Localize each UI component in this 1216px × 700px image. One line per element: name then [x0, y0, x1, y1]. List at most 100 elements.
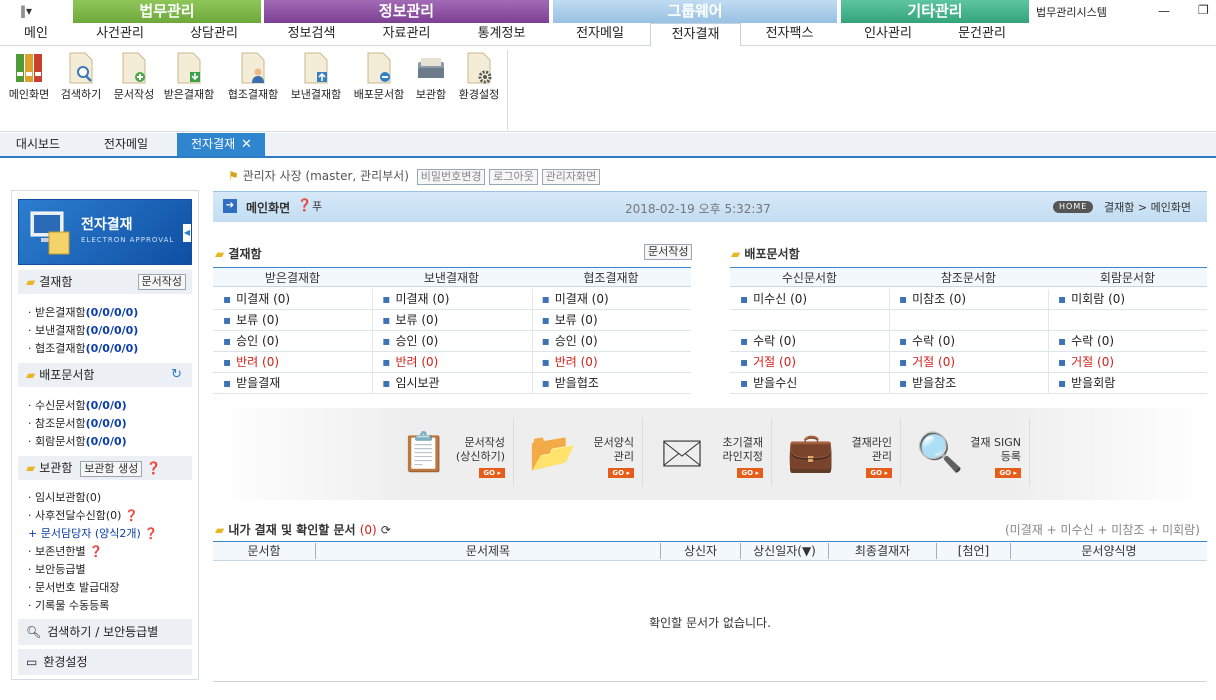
sidebar-item-retention[interactable]: · 보존년한별 ❓ — [28, 543, 103, 559]
ribbon-compose-button[interactable]: 문서작성 — [107, 46, 161, 130]
grid-cell[interactable]: ▪ 받을수신 — [740, 373, 887, 394]
grid-cell[interactable]: ▪ 승인 (0) — [542, 331, 689, 352]
grid-cell[interactable]: ▪ 미회람 (0) — [1058, 289, 1205, 310]
grid-cell[interactable]: ▪ 수락 (0) — [740, 331, 887, 352]
grid-cell[interactable]: ▪ 미결재 (0) — [542, 289, 689, 310]
grid-cell[interactable]: ▪ 반려 (0) — [542, 352, 689, 373]
menu-approval[interactable]: 전자결재 — [650, 23, 741, 46]
ribbon-cooperation-button[interactable]: 협조결재함 — [226, 46, 280, 130]
todo-col-header[interactable]: 문서양식명 — [1010, 543, 1207, 559]
go-button[interactable]: GO ▸ — [995, 468, 1021, 478]
tab-approval[interactable]: 전자결재 ✕ — [177, 133, 265, 156]
restore-icon[interactable]: ❐ — [1198, 3, 1209, 17]
sidebar-item-received[interactable]: · 받은결재함(0/0/0/0) — [28, 304, 138, 320]
sidebar-item-security-level[interactable]: · 보안등급별 — [28, 561, 86, 577]
help-icon[interactable]: ❓ — [297, 198, 312, 212]
close-icon[interactable]: ✕ — [241, 133, 252, 156]
grid-cell[interactable]: ▪ 미결재 (0) — [382, 289, 529, 310]
menu-efax[interactable]: 전자팩스 — [742, 23, 837, 46]
grid-cell[interactable]: ▪ 미수신 (0) — [740, 289, 887, 310]
help-icon[interactable]: ❓ — [146, 461, 161, 475]
collapse-sidebar-icon[interactable]: ◀ — [183, 224, 191, 242]
menu-group-groupware[interactable]: 그룹웨어 — [553, 0, 837, 23]
grid-cell[interactable]: ▪ 받을회람 — [1058, 373, 1205, 394]
todo-col-header[interactable]: 문서함 — [213, 543, 315, 559]
sidebar-item-sent[interactable]: · 보낸결재함(0/0/0/0) — [28, 322, 138, 338]
grid-cell[interactable]: ▪ 반려 (0) — [382, 352, 529, 373]
grid-cell[interactable]: ▪ 받을참조 — [899, 373, 1046, 394]
sidebar-item-reference[interactable]: · 참조문서함(0/0/0) — [28, 415, 127, 431]
menu-group-info[interactable]: 정보관리 — [264, 0, 549, 23]
sidebar-item-inbox[interactable]: · 수신문서함(0/0/0) — [28, 397, 127, 413]
menu-home[interactable]: 메인 — [10, 23, 62, 46]
quick-link-3[interactable]: 🖂 초기결재 라인지정 GO ▸ — [646, 418, 772, 486]
menu-email[interactable]: 전자메일 — [553, 23, 647, 46]
help-icon[interactable]: ❓ — [125, 509, 139, 522]
sidebar-section-settings[interactable]: ▭ 환경설정 — [18, 649, 192, 675]
grid-cell[interactable]: ▪ 거절 (0) — [1058, 352, 1205, 373]
box-compose-button[interactable]: 문서작성 — [644, 244, 693, 260]
grid-cell[interactable]: ▪ 승인 (0) — [382, 331, 529, 352]
menu-info-search[interactable]: 정보검색 — [264, 23, 359, 46]
quick-link-2[interactable]: 📂 문서양식 관리 GO ▸ — [517, 418, 643, 486]
grid-cell[interactable]: ▪ 임시보관 — [382, 373, 529, 394]
menu-documents[interactable]: 문건관리 — [935, 23, 1029, 46]
quick-link-1[interactable]: 📋 문서작성 (상신하기) GO ▸ — [388, 418, 514, 486]
grid-cell[interactable]: ▪ 받을결재 — [223, 373, 370, 394]
create-storage-button[interactable]: 보관함 생성 — [80, 461, 143, 477]
sidebar-item-cooperation[interactable]: · 협조결재함(0/0/0/0) — [28, 340, 138, 356]
pin-icon[interactable]: 푸 — [312, 198, 322, 214]
grid-cell[interactable]: ▪ 수락 (0) — [899, 331, 1046, 352]
todo-col-header[interactable]: 상신자 — [660, 543, 740, 559]
todo-col-header[interactable]: [첨언] — [936, 543, 1010, 559]
logout-button[interactable]: 로그아웃 — [489, 169, 538, 185]
grid-cell[interactable]: ▪ 승인 (0) — [223, 331, 370, 352]
sidebar-item-temp[interactable]: · 임시보관함(0) — [28, 489, 101, 505]
todo-col-header[interactable]: 문서제목 — [315, 543, 660, 559]
menu-group-legal[interactable]: 법무관리 — [73, 0, 261, 23]
todo-col-header[interactable]: 최종결재자 — [828, 543, 936, 559]
refresh-icon[interactable]: ⟳ — [381, 523, 391, 537]
grid-cell[interactable]: ▪ 보류 (0) — [542, 310, 689, 331]
grid-cell[interactable]: ▪ 반려 (0) — [223, 352, 370, 373]
admin-screen-button[interactable]: 관리자화면 — [541, 169, 601, 185]
menu-data-management[interactable]: 자료관리 — [359, 23, 454, 46]
sidebar-item-doc-manager[interactable]: + 문서담당자 (양식2개) ❓ — [28, 525, 158, 541]
minimize-icon[interactable]: — — [1158, 4, 1170, 18]
grid-cell[interactable]: ▪ 거절 (0) — [899, 352, 1046, 373]
todo-col-header[interactable]: 상신일자(▼) — [740, 543, 828, 559]
grid-cell[interactable]: ▪ 거절 (0) — [740, 352, 887, 373]
ribbon-settings-button[interactable]: 환경설정 — [452, 46, 506, 130]
sidebar-item-manual-record[interactable]: · 기록물 수동등록 — [28, 597, 109, 613]
sidebar-section-approval[interactable]: ▰ 결재함 문서작성 — [18, 270, 192, 294]
change-password-button[interactable]: 비밀번호변경 — [416, 169, 486, 185]
refresh-icon[interactable]: ↻ — [171, 363, 182, 387]
go-button[interactable]: GO ▸ — [479, 468, 505, 478]
ribbon-sent-button[interactable]: 보낸결재함 — [289, 46, 343, 130]
sidebar-item-circulation[interactable]: · 회람문서함(0/0/0) — [28, 433, 127, 449]
grid-cell[interactable]: ▪ 미결재 (0) — [223, 289, 370, 310]
go-button[interactable]: GO ▸ — [737, 468, 763, 478]
go-button[interactable]: GO ▸ — [608, 468, 634, 478]
grid-cell[interactable]: ▪ 수락 (0) — [1058, 331, 1205, 352]
grid-cell[interactable]: ▪ 보류 (0) — [223, 310, 370, 331]
ribbon-search-button[interactable]: 검색하기 — [54, 46, 108, 130]
grid-cell[interactable]: ▪ 보류 (0) — [382, 310, 529, 331]
menu-consult-management[interactable]: 상담관리 — [167, 23, 261, 46]
menu-hr[interactable]: 인사관리 — [841, 23, 935, 46]
help-icon[interactable]: ❓ — [144, 527, 158, 540]
sidebar-section-storage[interactable]: ▰ 보관함 보관함 생성 ❓ — [18, 456, 192, 480]
grid-cell[interactable]: ▪ 미참조 (0) — [899, 289, 1046, 310]
go-button[interactable]: GO ▸ — [866, 468, 892, 478]
compose-document-button[interactable]: 문서작성 — [137, 274, 186, 290]
quick-link-5[interactable]: 🔍 결재 SIGN 등록 GO ▸ — [904, 418, 1030, 486]
sidebar-section-search[interactable]: 🔍︎ 검색하기 / 보안등급별 — [18, 619, 192, 645]
grid-cell[interactable]: ▪ 받을협조 — [542, 373, 689, 394]
menu-collapse-icon[interactable]: ‖▾ — [20, 4, 32, 18]
quick-link-4[interactable]: 💼 결재라인 관리 GO ▸ — [775, 418, 901, 486]
sidebar-item-doc-number[interactable]: · 문서번호 발급대장 — [28, 579, 119, 595]
tab-email[interactable]: 전자메일 — [88, 133, 164, 156]
help-icon[interactable]: ❓ — [89, 545, 103, 558]
menu-case-management[interactable]: 사건관리 — [73, 23, 167, 46]
menu-statistics[interactable]: 통계정보 — [454, 23, 549, 46]
